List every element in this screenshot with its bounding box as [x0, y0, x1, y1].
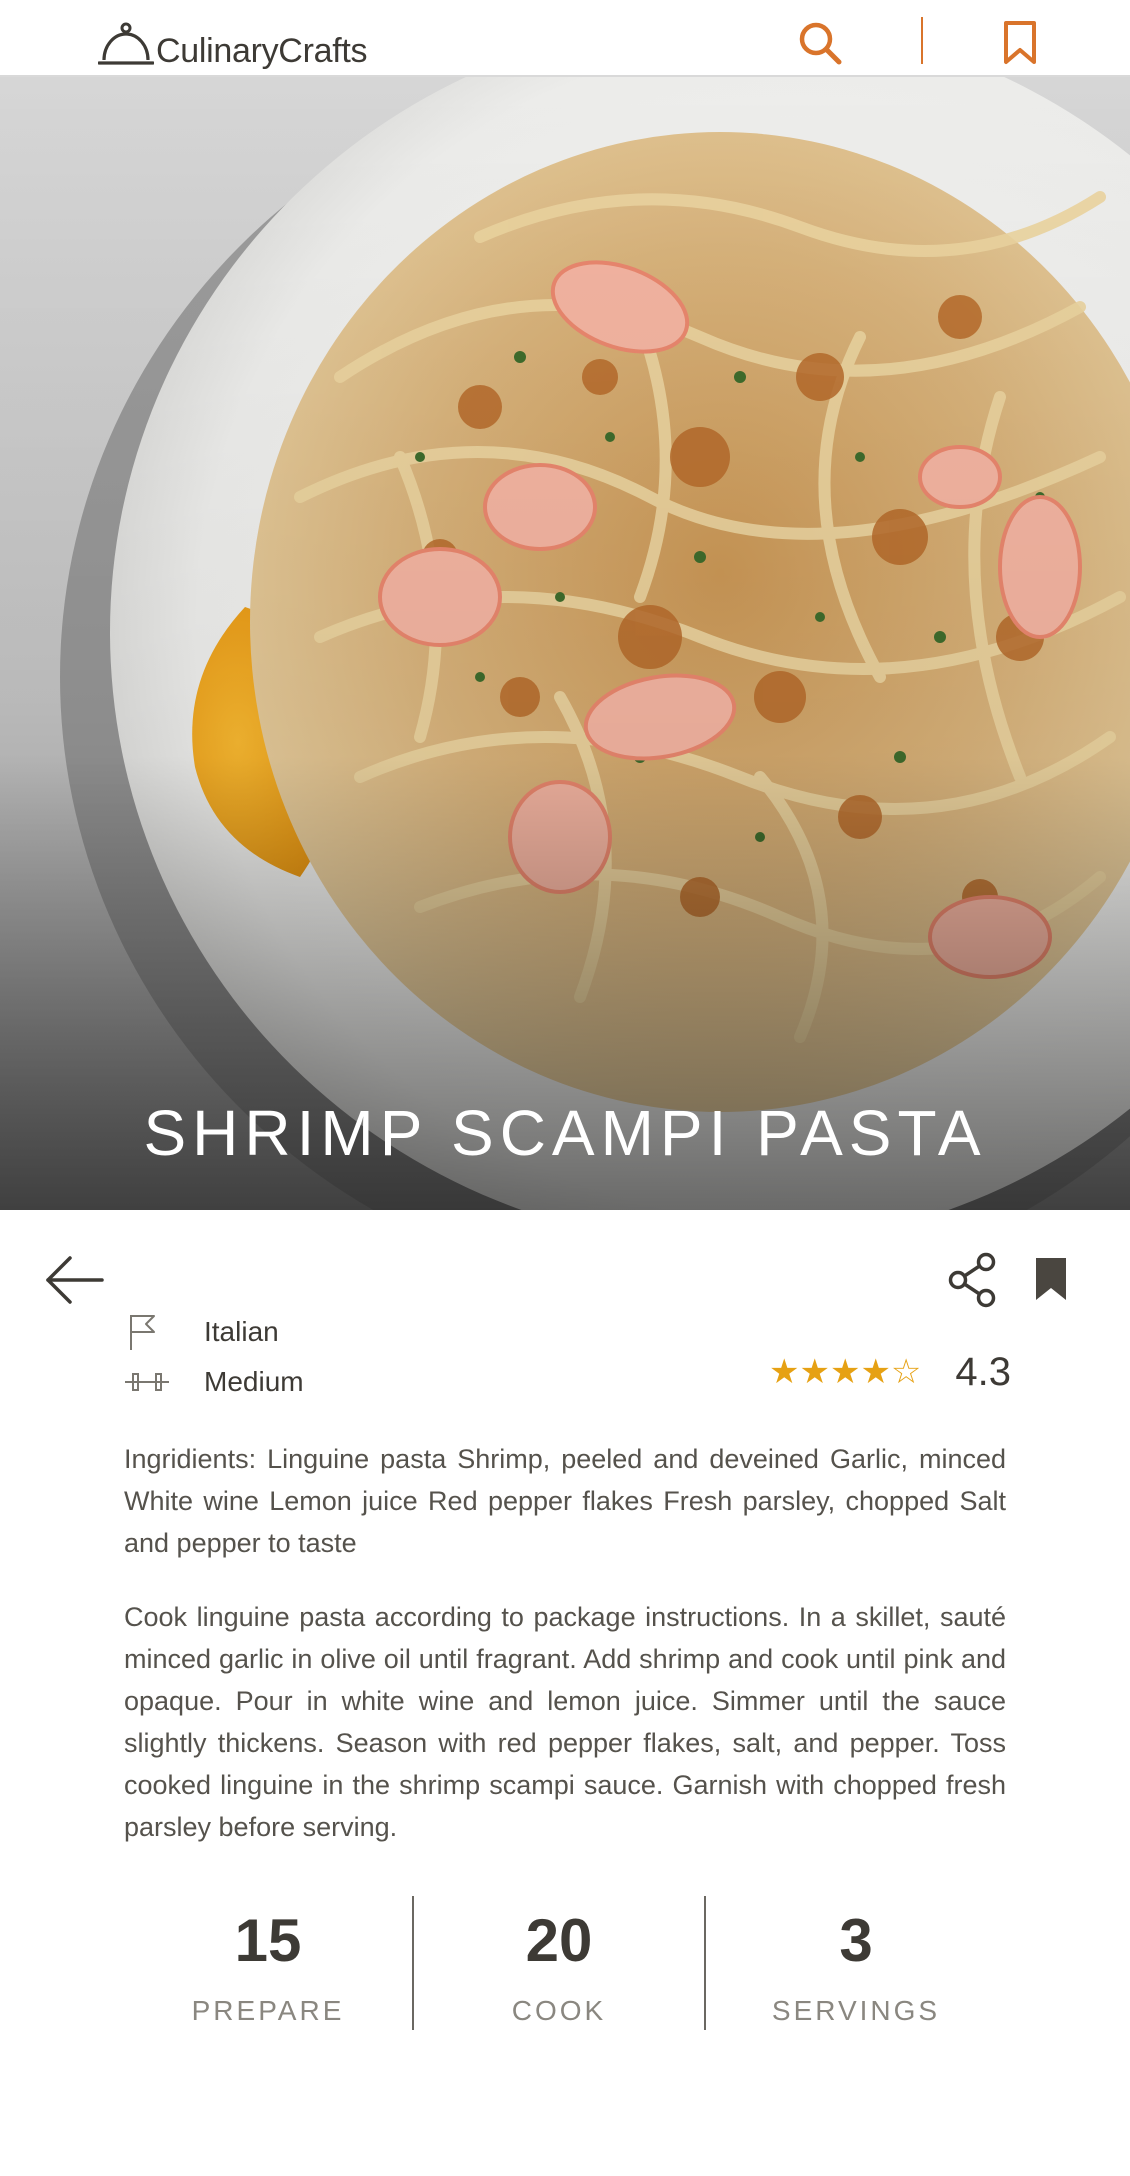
prepare-stat: 15 PREPARE	[124, 1896, 412, 2030]
rating-stars: ★★★★☆	[769, 1353, 922, 1391]
header-bookmarks-button[interactable]	[1003, 20, 1037, 66]
bookmark-filled-icon	[1036, 1258, 1066, 1300]
cook-label: COOK	[511, 1995, 607, 2026]
recipe-hero-image: SHRIMP SCAMPI PASTA	[0, 77, 1130, 1210]
cuisine-label: Italian	[204, 1316, 279, 1347]
servings-stat: 3 SERVINGS	[704, 1896, 1006, 2030]
flag-icon	[124, 1312, 170, 1352]
prepare-value: 15	[234, 1907, 302, 1974]
rating-value: 4.3	[955, 1350, 1012, 1394]
hero-photo	[0, 77, 1130, 1210]
cloche-icon	[98, 22, 154, 65]
recipe-rating: ★★★★☆ 4.3	[769, 1350, 1011, 1394]
brand-logo[interactable]: CulinaryCrafts	[98, 22, 368, 70]
share-icon	[948, 1252, 996, 1308]
dumbbell-icon	[124, 1362, 170, 1402]
prepare-label: PREPARE	[191, 1995, 345, 2026]
cuisine-info: Italian	[124, 1312, 279, 1352]
brand-name: CulinaryCrafts	[156, 32, 368, 70]
recipe-stats: 15 PREPARE 20 COOK 3 SERVINGS	[124, 1896, 1006, 2030]
bookmark-outline-icon	[1004, 21, 1036, 64]
cook-stat: 20 COOK	[412, 1896, 704, 2030]
arrow-left-icon	[46, 1256, 104, 1304]
servings-value: 3	[839, 1907, 873, 1974]
back-button[interactable]	[44, 1252, 104, 1308]
ingredients-text: Ingridients: Linguine pasta Shrimp, peel…	[124, 1444, 1006, 1558]
search-icon	[799, 22, 842, 65]
cook-value: 20	[525, 1907, 593, 1974]
recipe-title: SHRIMP SCAMPI PASTA	[143, 1097, 987, 1169]
difficulty-label: Medium	[204, 1366, 304, 1397]
top-bar: CulinaryCrafts	[0, 0, 1130, 77]
save-recipe-button[interactable]	[1034, 1256, 1068, 1302]
share-button[interactable]	[948, 1252, 998, 1308]
header-divider	[921, 17, 923, 64]
difficulty-info: Medium	[124, 1362, 304, 1402]
header-search-button[interactable]	[797, 20, 843, 66]
instructions-text: Cook linguine pasta according to package…	[124, 1602, 1006, 1842]
servings-label: SERVINGS	[771, 1995, 941, 2026]
